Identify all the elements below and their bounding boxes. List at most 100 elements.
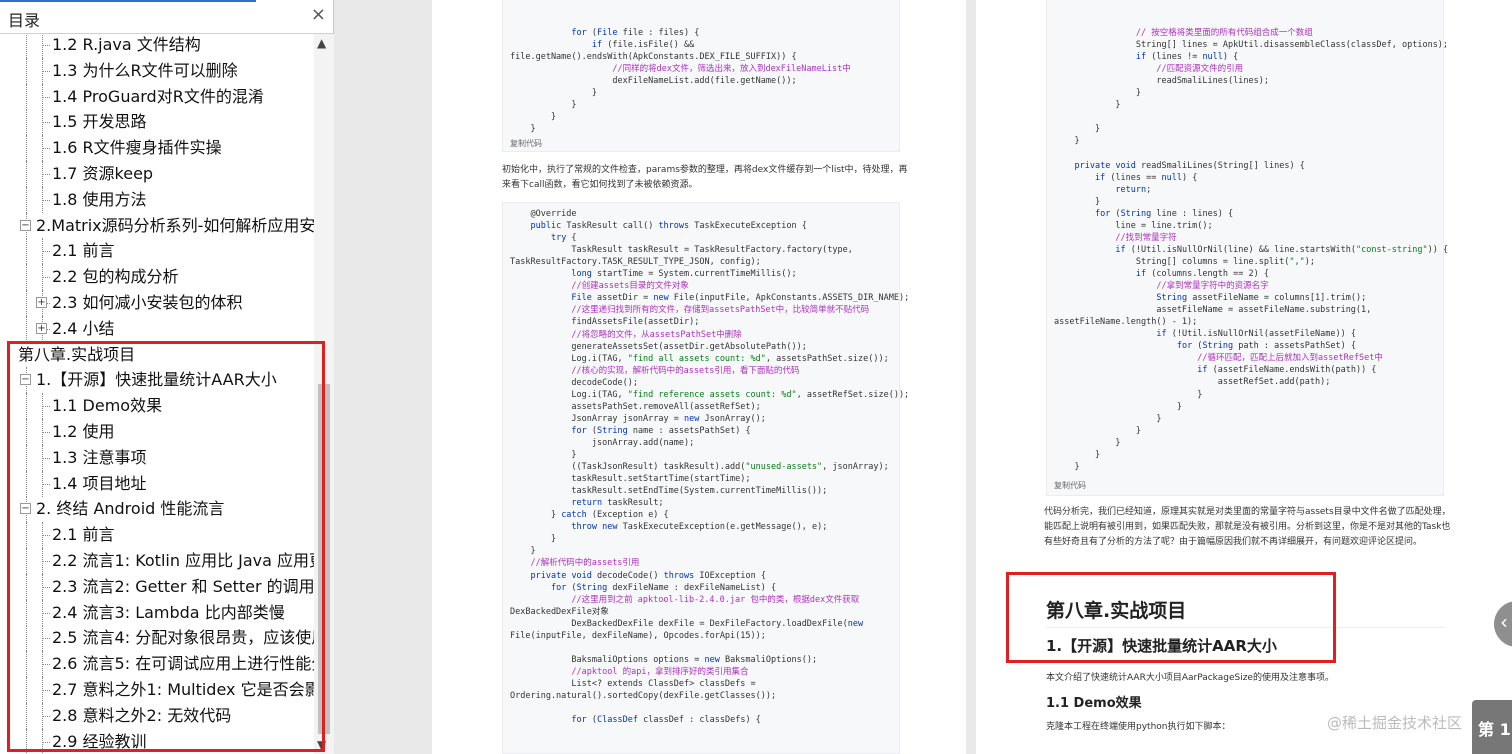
code-line: List<? extends ClassDef> classDefs = bbox=[510, 678, 756, 689]
code-line: if (lines == null) { bbox=[1094, 172, 1198, 183]
toc-item[interactable]: 1.4 ProGuard对R文件的混淆 bbox=[0, 83, 314, 110]
code-line: private void decodeCode() throws IOExcep… bbox=[530, 570, 766, 581]
toc-item[interactable]: 1.2 R.java 文件结构 bbox=[0, 34, 314, 58]
code-line: ((TaskJsonResult) taskResult).add("unuse… bbox=[510, 462, 889, 473]
toc-item-label: 2.2 包的构成分析 bbox=[52, 267, 179, 287]
toc-item-label: 1.4 ProGuard对R文件的混淆 bbox=[52, 86, 264, 106]
tree-connector bbox=[42, 96, 50, 98]
paragraph-line: 代码分析完，我们已经知道，原理其实就是对类里面的常量字符与assets目录中文件… bbox=[1044, 507, 1451, 517]
tree-connector bbox=[26, 315, 27, 342]
code-line: String[] columns = line.split(","); bbox=[1054, 256, 1316, 267]
paragraph: 初始化中，执行了常规的文件检查，params参数的整理，再将dex文件缓存到一个… bbox=[502, 163, 922, 193]
toc-item[interactable]: 2.1 前言 bbox=[0, 238, 314, 265]
watermark-text: @稀土掘金技术社区 bbox=[1327, 714, 1463, 732]
sidebar-title: 目录 bbox=[8, 11, 41, 30]
tree-connector bbox=[42, 45, 50, 46]
chevron-left-icon[interactable]: ‹ bbox=[1500, 610, 1508, 634]
code-line: } bbox=[1054, 425, 1141, 436]
toc-item-label: 1.7 资源keep bbox=[52, 164, 154, 183]
body-text: 克隆本工程在终端使用python执行如下脚本： bbox=[1046, 722, 1231, 732]
code-block: // 按空格将类里面的所有代码组合成一个数组 String[] lines = … bbox=[1046, 0, 1448, 496]
toc-item[interactable]: 1.3 为什么R文件可以删除 bbox=[0, 57, 314, 84]
code-line: } bbox=[1054, 401, 1182, 412]
collapse-icon[interactable]: − bbox=[20, 219, 31, 231]
intro-text: 本文介绍了快速统计AAR大小项目AarPackageSize的使用及注意事项。 bbox=[1046, 673, 1334, 683]
scroll-up-icon[interactable]: ▲ bbox=[317, 36, 326, 50]
document-page-left: for (File file : files) { if (file.isFil… bbox=[432, 0, 966, 754]
code-line: // 按空格将类里面的所有代码组合成一个数组 bbox=[1135, 28, 1313, 38]
toc-item[interactable]: +2.4 小结 bbox=[0, 315, 314, 342]
code-line: dexFileNameList.add(file.getName()); bbox=[510, 76, 797, 87]
code-line: //apktool 的api，拿到排序好的类引用集合 bbox=[571, 666, 749, 677]
code-line: private void readSmaliLines(String[] lin… bbox=[1074, 160, 1305, 171]
toc-item[interactable]: −2.Matrix源码分析系列-如何解析应用安装 bbox=[0, 212, 314, 239]
code-line: BaksmaliOptions options = new BaksmaliOp… bbox=[510, 654, 818, 665]
code-line: } bbox=[1054, 124, 1101, 135]
toc-item-label: 1.6 R文件瘦身插件实操 bbox=[52, 138, 222, 158]
code-line: JsonArray jsonArray = new JsonArray(); bbox=[510, 413, 766, 424]
tree-connector bbox=[42, 264, 43, 291]
code-line: //循环匹配，匹配上后就加入到assetRefSet中 bbox=[1197, 353, 1383, 364]
toc-item-label: 2.4 小结 bbox=[52, 318, 115, 338]
toc-item[interactable]: 1.5 开发思路 bbox=[0, 109, 314, 136]
tree-connector bbox=[26, 238, 27, 265]
tree-connector bbox=[26, 57, 27, 84]
code-line: } bbox=[510, 450, 577, 460]
code-line: } bbox=[510, 546, 536, 557]
code-line: TaskResult taskResult = TaskResultFactor… bbox=[510, 245, 853, 256]
code-line: TaskResultFactory.TASK_RESULT_TYPE_JSON,… bbox=[510, 257, 761, 268]
toc-item[interactable]: 1.6 R文件瘦身插件实操 bbox=[0, 135, 314, 162]
toc-item[interactable]: 1.8 使用方法 bbox=[0, 186, 314, 213]
code-line: public TaskResult call() throws TaskExec… bbox=[530, 221, 807, 232]
code-line: //解析代码中的assets引用 bbox=[530, 558, 640, 569]
code-line: for (String path : assetsPathSet) { bbox=[1176, 341, 1356, 352]
code-block: @Override public TaskResult call() throw… bbox=[502, 202, 909, 754]
copy-code-link[interactable]: 复制代码 bbox=[510, 138, 542, 149]
copy-code-link[interactable]: 复制代码 bbox=[1054, 480, 1086, 491]
expand-icon[interactable]: + bbox=[36, 297, 47, 308]
toc-item[interactable]: 1.7 资源keep bbox=[0, 161, 314, 187]
tree-connector bbox=[42, 199, 50, 201]
code-line: if (columns.length == 2) { bbox=[1135, 269, 1269, 279]
code-line: //创建assets目录的文件对象 bbox=[571, 281, 689, 292]
toc-item[interactable]: +2.3 如何减小安装包的体积 bbox=[0, 290, 314, 316]
code-line: for (File file : files) { bbox=[571, 28, 700, 38]
highlight-box-heading bbox=[1006, 572, 1336, 663]
tree-connector bbox=[42, 70, 50, 72]
code-line: if (file.isFile() && bbox=[591, 40, 695, 51]
code-line: File assetDir = new File(inputFile, ApkC… bbox=[571, 293, 910, 304]
code-line: } bbox=[510, 124, 536, 135]
expand-icon[interactable]: + bbox=[36, 322, 47, 334]
code-line: throw new TaskExecuteException(e.getMess… bbox=[571, 522, 828, 533]
code-line: } bbox=[510, 100, 577, 111]
code-line: } bbox=[1054, 389, 1203, 400]
code-line: } catch (Exception e) { bbox=[510, 510, 669, 521]
code-line: long startTime = System.currentTimeMilli… bbox=[571, 269, 797, 280]
code-line: //将忽略的文件，从assetsPathSet中删除 bbox=[571, 329, 742, 340]
viewer-background bbox=[335, 0, 432, 754]
code-line: //这里递归找到所有的文件，存储到assetsPathSet中，比较简单就不贴代… bbox=[571, 305, 870, 316]
tree-connector bbox=[42, 135, 43, 162]
toc-item[interactable]: 2.2 包的构成分析 bbox=[0, 264, 314, 291]
code-line: taskResult.setStartTime(startTime); bbox=[510, 474, 751, 485]
highlight-box-toc bbox=[7, 341, 325, 752]
toc-item-label: 2.Matrix源码分析系列-如何解析应用安装 bbox=[36, 215, 314, 235]
tree-connector bbox=[26, 264, 27, 291]
code-line: Ordering.natural().sortedCopy(dexFile.ge… bbox=[510, 691, 777, 701]
tree-connector bbox=[42, 83, 43, 110]
code-line: if (!Util.isNullOrNil(assetFileName)) { bbox=[1156, 329, 1356, 340]
tree-connector bbox=[42, 148, 50, 150]
sidebar-header: 目录 × bbox=[0, 0, 334, 34]
code-line: } bbox=[1054, 100, 1121, 111]
code-line: //这里用到之前 apktool-lib-2.4.0.jar 包中的类，根据de… bbox=[571, 594, 860, 605]
code-line: } bbox=[1054, 437, 1121, 448]
code-line: DexBackedDexFile dexFile = DexFileFactor… bbox=[510, 618, 864, 629]
tree-connector bbox=[42, 34, 43, 58]
close-icon[interactable]: × bbox=[311, 5, 326, 25]
tree-connector bbox=[42, 186, 43, 213]
code-line: } bbox=[1054, 413, 1162, 424]
tree-connector bbox=[42, 109, 43, 136]
paragraph: 代码分析完，我们已经知道，原理其实就是对类里面的常量字符与assets目录中文件… bbox=[1044, 505, 1464, 550]
code-line: //核心的实现，解析代码中的assets引用，看下面贴的代码 bbox=[571, 365, 800, 376]
code-line: Log.i(TAG, "find all assets count: %d", … bbox=[510, 353, 889, 364]
